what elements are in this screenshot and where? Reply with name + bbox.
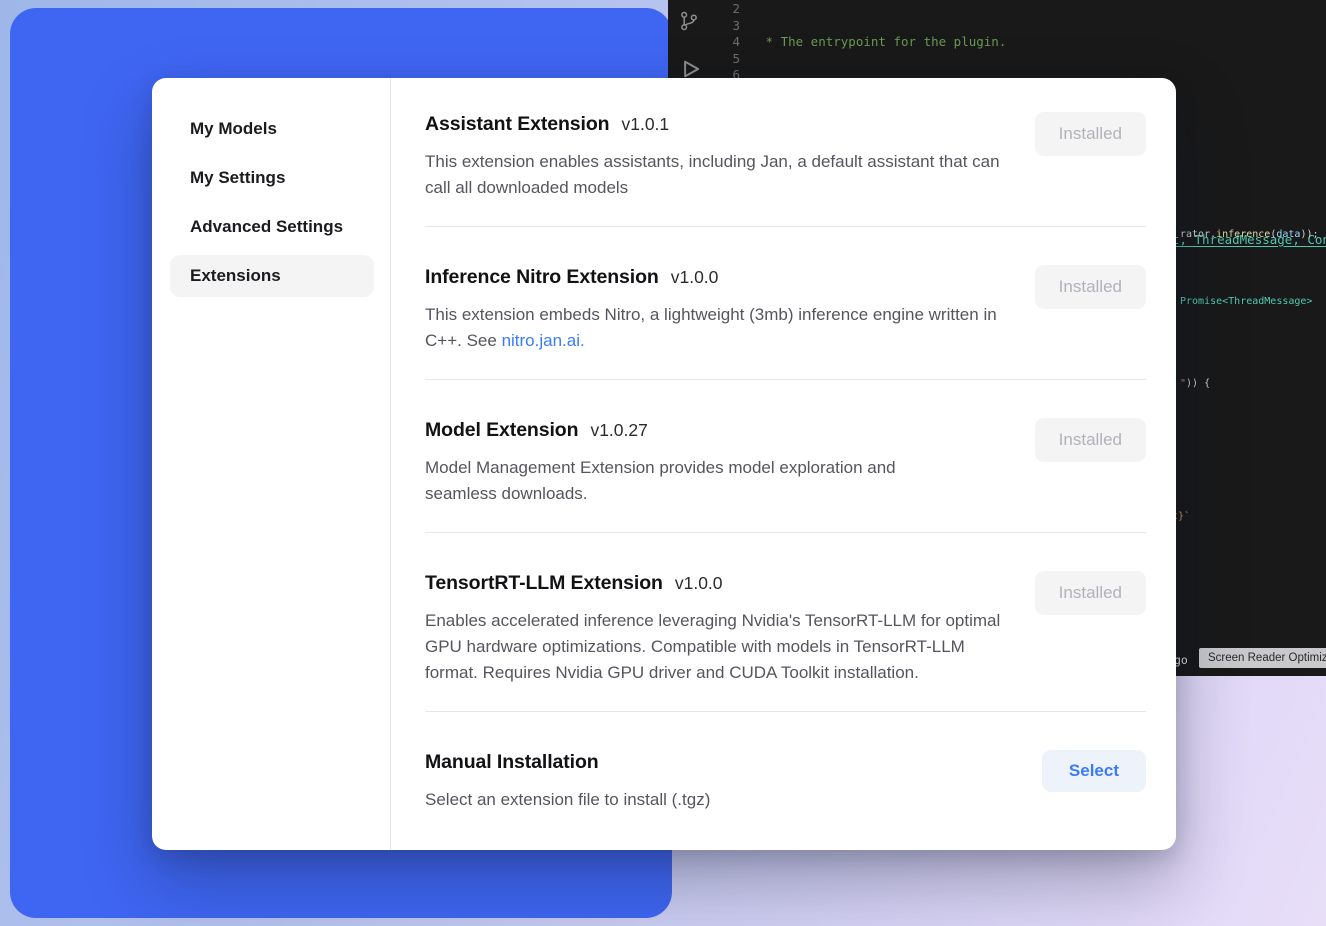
extension-description: Enables accelerated inference leveraging…: [425, 608, 1013, 686]
extension-heading: Assistant Extension v1.0.1: [425, 112, 1013, 136]
installed-button[interactable]: Installed: [1035, 418, 1146, 462]
extension-info: Model Extension v1.0.27 Model Management…: [425, 418, 955, 507]
extension-row-tensorrt: TensortRT-LLM Extension v1.0.0 Enables a…: [425, 533, 1146, 712]
extension-description: Model Management Extension provides mode…: [425, 455, 955, 507]
extension-title: Manual Installation: [425, 750, 599, 774]
installed-button[interactable]: Installed: [1035, 571, 1146, 615]
settings-sidebar: My Models My Settings Advanced Settings …: [152, 78, 391, 850]
extension-version: v1.0.27: [590, 420, 647, 441]
line-number: 2: [668, 1, 740, 18]
nitro-link[interactable]: nitro.jan.ai.: [502, 331, 585, 350]
code-line: * The entrypoint for the plugin.: [758, 34, 1326, 51]
code-token: inference: [1216, 229, 1270, 240]
code-fragment: rator.inference(data));: [1180, 229, 1319, 240]
installed-button[interactable]: Installed: [1035, 265, 1146, 309]
sidebar-item-my-settings[interactable]: My Settings: [170, 157, 374, 199]
extension-heading: Inference Nitro Extension v1.0.0: [425, 265, 1013, 289]
extension-title: Inference Nitro Extension: [425, 265, 659, 289]
extension-description: This extension embeds Nitro, a lightweig…: [425, 302, 1013, 354]
code-token: rator.: [1180, 229, 1216, 240]
extension-info: TensortRT-LLM Extension v1.0.0 Enables a…: [425, 571, 1013, 686]
code-token: * The entrypoint for the plugin.: [758, 34, 1006, 49]
code-token: data: [1276, 229, 1300, 240]
extension-info: Inference Nitro Extension v1.0.0 This ex…: [425, 265, 1013, 354]
extension-description: Select an extension file to install (.tg…: [425, 787, 710, 813]
manual-installation-row: Manual Installation Select an extension …: [425, 712, 1146, 813]
extension-heading: Model Extension v1.0.27: [425, 418, 955, 442]
code-fragment: Promise<ThreadMessage>: [1180, 296, 1312, 307]
line-number: 4: [668, 34, 740, 51]
line-number: 3: [668, 18, 740, 35]
extension-row-nitro: Inference Nitro Extension v1.0.0 This ex…: [425, 227, 1146, 380]
extension-info: Manual Installation Select an extension …: [425, 750, 710, 813]
extension-description: This extension enables assistants, inclu…: [425, 149, 1013, 201]
extension-title: Model Extension: [425, 418, 578, 442]
extension-version: v1.0.0: [675, 573, 723, 594]
select-file-button[interactable]: Select: [1042, 750, 1146, 792]
extensions-panel: Assistant Extension v1.0.1 This extensio…: [391, 78, 1176, 850]
extension-title: Assistant Extension: [425, 112, 609, 136]
screen-reader-badge: Screen Reader Optimized: [1199, 648, 1326, 668]
code-fragment: ")) {: [1180, 378, 1210, 389]
extension-version: v1.0.0: [671, 267, 719, 288]
extension-info: Assistant Extension v1.0.1 This extensio…: [425, 112, 1013, 201]
code-token: ));: [1300, 229, 1318, 240]
extension-row-model: Model Extension v1.0.27 Model Management…: [425, 380, 1146, 533]
sidebar-item-extensions[interactable]: Extensions: [170, 255, 374, 297]
sidebar-item-my-models[interactable]: My Models: [170, 108, 374, 150]
sidebar-item-advanced-settings[interactable]: Advanced Settings: [170, 206, 374, 248]
extension-heading: TensortRT-LLM Extension v1.0.0: [425, 571, 1013, 595]
code-token: )) {: [1186, 378, 1210, 389]
line-number: 5: [668, 51, 740, 68]
extension-row-assistant: Assistant Extension v1.0.1 This extensio…: [425, 78, 1146, 227]
extension-version: v1.0.1: [621, 114, 669, 135]
statusbar-text: go: [1174, 653, 1188, 667]
extension-heading: Manual Installation: [425, 750, 710, 774]
screenshot-root: 2 3 4 5 6 * The entrypoint for the plugi…: [0, 0, 1326, 926]
settings-window: My Models My Settings Advanced Settings …: [152, 78, 1176, 850]
editor-line-numbers: 2 3 4 5 6: [668, 1, 740, 84]
code-token: Promise<ThreadMessage>: [1180, 296, 1312, 307]
installed-button[interactable]: Installed: [1035, 112, 1146, 156]
extension-title: TensortRT-LLM Extension: [425, 571, 663, 595]
